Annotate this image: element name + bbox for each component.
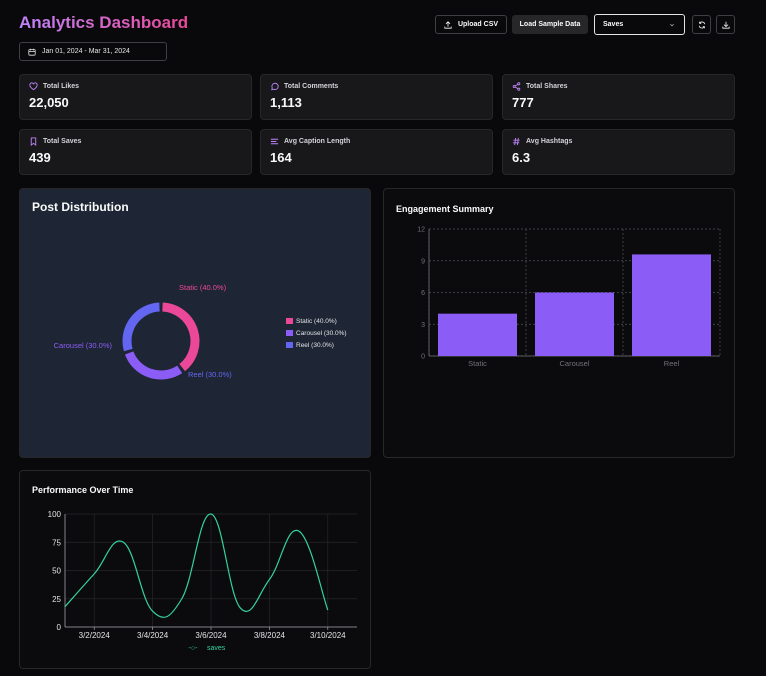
bar-static — [438, 313, 517, 356]
stat-label: Total Comments — [284, 83, 339, 90]
stat-card-avg-hashtags: Avg Hashtags 6.3 — [502, 129, 735, 175]
share-icon — [512, 82, 521, 91]
pie-label: Static (40.0%) — [179, 283, 227, 292]
x-tick-label: Carousel — [559, 359, 589, 368]
metric-select-value: Saves — [603, 21, 624, 28]
x-tick-label: Static — [468, 359, 487, 368]
stat-value: 777 — [512, 95, 534, 110]
chevron-down-icon — [670, 23, 674, 26]
legend-swatch — [286, 330, 293, 336]
stat-value: 164 — [270, 150, 292, 165]
y-tick-label: 9 — [421, 258, 425, 265]
post-distribution-panel: Post Distribution Static (40.0%) Carousel… — [19, 188, 371, 458]
y-tick-label: 0 — [421, 354, 425, 361]
pie-label: Carousel (30.0%) — [54, 341, 113, 350]
refresh-button[interactable] — [692, 15, 711, 34]
load-sample-data-label: Load Sample Data — [519, 21, 581, 28]
hash-icon — [512, 137, 520, 146]
x-tick-label: 3/4/2024 — [137, 631, 169, 640]
stat-card-avg-caption-length: Avg Caption Length 164 — [260, 129, 493, 175]
y-tick-label: 12 — [417, 227, 425, 234]
legend-label: Reel (30.0%) — [296, 342, 334, 349]
series-line-saves — [64, 513, 329, 618]
y-tick-label: 50 — [52, 567, 61, 576]
page-title: Analytics Dashboard — [19, 13, 189, 32]
download-icon — [721, 21, 730, 29]
x-tick-label: 3/8/2024 — [254, 631, 286, 640]
y-tick-label: 75 — [52, 538, 61, 547]
legend-swatch — [286, 342, 293, 348]
text-lines-icon — [270, 138, 279, 145]
engagement-summary-chart: 0 3 6 9 12 Static Carousel Reel — [417, 227, 721, 368]
stat-value: 1,113 — [270, 95, 302, 110]
pie-slice-static — [162, 302, 200, 372]
download-button[interactable] — [716, 15, 735, 34]
x-tick-label: 3/6/2024 — [195, 631, 227, 640]
stat-label: Total Likes — [43, 83, 80, 90]
bar-reel — [632, 254, 711, 356]
post-distribution-chart: Static (40.0%) Carousel (30.0%) Reel (30.0… — [54, 283, 347, 380]
metric-select[interactable]: Saves — [594, 14, 685, 35]
date-range-picker[interactable]: Jan 01, 2024 - Mar 31, 2024 — [19, 42, 167, 61]
legend-marker: -○- — [189, 645, 199, 652]
y-tick-label: 6 — [421, 290, 425, 297]
upload-csv-label: Upload CSV — [457, 21, 499, 28]
bar-carousel — [535, 292, 614, 356]
stat-value: 22,050 — [29, 95, 69, 110]
engagement-summary-panel: Engagement Summary 0 3 6 9 12 Static Carousel R… — [383, 188, 735, 458]
stat-card-total-comments: Total Comments 1,113 — [260, 74, 493, 120]
stat-label: Total Shares — [526, 83, 568, 90]
legend-label: saves — [207, 645, 226, 652]
performance-over-time-chart: 0 25 50 75 100 3/2/2024 3/4/2024 3/6/2024 3/8/20… — [48, 510, 357, 652]
pie-slice-reel — [122, 302, 160, 352]
y-tick-label: 3 — [421, 322, 425, 329]
upload-icon — [444, 20, 452, 29]
legend-label: Static (40.0%) — [296, 318, 337, 325]
x-tick-label: 3/2/2024 — [79, 631, 111, 640]
date-range-text: Jan 01, 2024 - Mar 31, 2024 — [42, 48, 130, 55]
upload-csv-button[interactable]: Upload CSV — [435, 15, 507, 34]
load-sample-data-button[interactable]: Load Sample Data — [512, 15, 588, 34]
legend-label: Carousel (30.0%) — [296, 330, 347, 337]
x-tick-label: 3/10/2024 — [310, 631, 346, 640]
stat-label: Avg Caption Length — [284, 138, 351, 145]
x-tick-label: Reel — [664, 359, 680, 368]
y-tick-label: 100 — [48, 510, 62, 519]
pie-label: Reel (30.0%) — [188, 370, 232, 379]
stat-label: Avg Hashtags — [526, 138, 573, 145]
legend-swatch — [286, 318, 293, 324]
stat-value: 439 — [29, 150, 51, 165]
y-tick-label: 25 — [52, 595, 61, 604]
bookmark-icon — [30, 137, 37, 146]
comment-icon — [271, 82, 279, 91]
refresh-icon — [698, 21, 705, 28]
stat-card-total-saves: Total Saves 439 — [19, 129, 252, 175]
stat-label: Total Saves — [43, 138, 82, 145]
stat-value: 6.3 — [512, 150, 531, 165]
stat-card-total-shares: Total Shares 777 — [502, 74, 735, 120]
pie-slice-carousel — [124, 351, 183, 380]
heart-icon — [29, 82, 38, 91]
calendar-icon — [28, 48, 36, 56]
y-tick-label: 0 — [57, 623, 62, 632]
stat-card-total-likes: Total Likes 22,050 — [19, 74, 252, 120]
performance-over-time-panel: Performance Over Time 0 25 50 75 100 3/2/2024… — [19, 470, 371, 669]
